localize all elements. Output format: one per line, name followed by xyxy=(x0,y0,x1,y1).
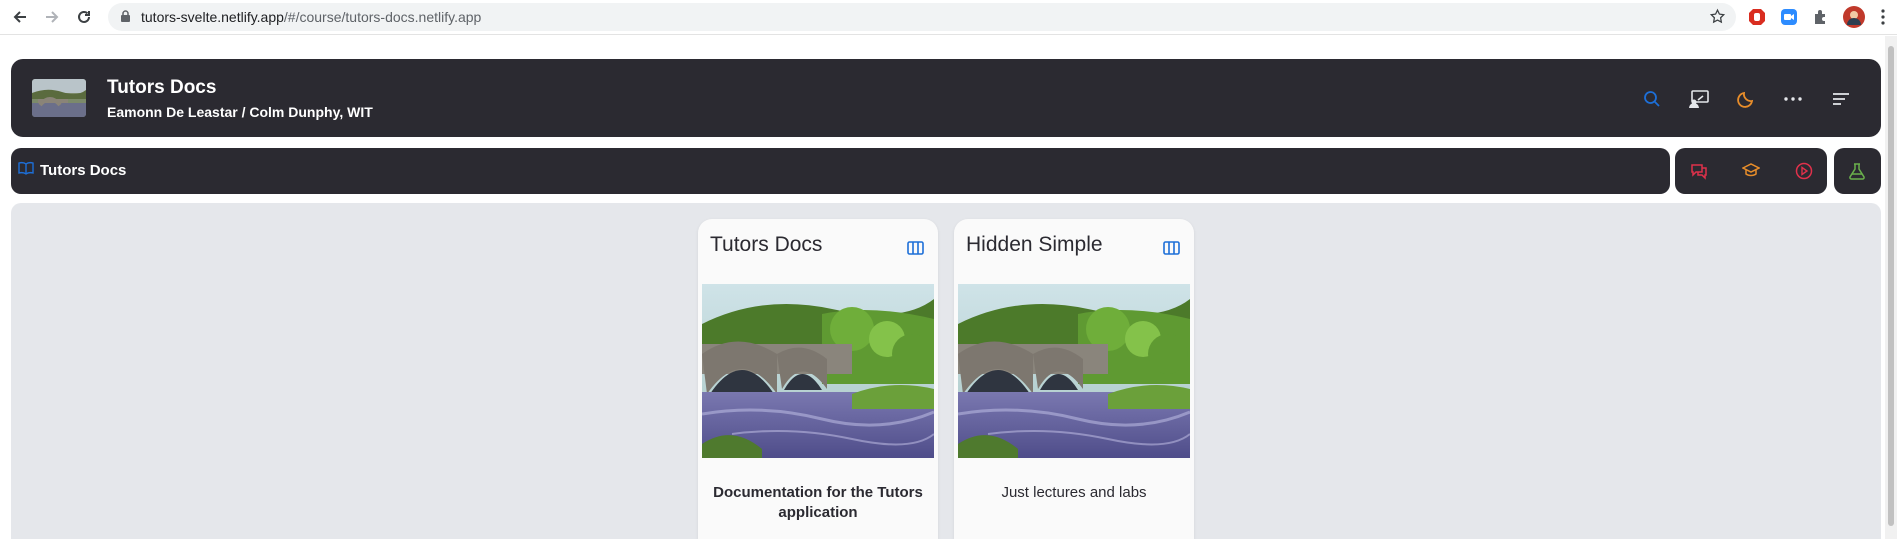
puzzle-extension-icon[interactable] xyxy=(1810,6,1832,28)
search-icon[interactable] xyxy=(1639,86,1665,112)
forward-icon[interactable] xyxy=(40,5,64,29)
page-scrollbar[interactable] xyxy=(1885,36,1897,539)
course-card[interactable]: Hidden Simple Just lectures and labs xyxy=(954,219,1194,539)
book-icon xyxy=(18,161,34,180)
address-bar[interactable]: tutors-svelte.netlify.app/#/course/tutor… xyxy=(108,3,1736,31)
card-title: Hidden Simple xyxy=(966,233,1103,256)
breadcrumb-item-course[interactable]: Tutors Docs xyxy=(18,161,126,180)
back-icon[interactable] xyxy=(8,5,32,29)
graduation-cap-icon[interactable] xyxy=(1740,160,1762,182)
lock-icon xyxy=(120,10,131,28)
course-content xyxy=(11,203,1881,539)
presentation-icon[interactable] xyxy=(1686,86,1712,112)
zoom-extension-icon[interactable] xyxy=(1778,6,1800,28)
dark-mode-moon-icon[interactable] xyxy=(1733,86,1759,112)
profile-avatar[interactable] xyxy=(1843,6,1865,28)
card-title: Tutors Docs xyxy=(710,233,823,256)
adblock-extension-icon[interactable] xyxy=(1746,6,1768,28)
menu-icon[interactable] xyxy=(1828,86,1854,112)
course-title: Tutors Docs xyxy=(107,77,217,98)
card-description: Just lectures and labs xyxy=(1001,484,1147,501)
card-description: Documentation for the Tutors application xyxy=(713,484,923,521)
resource-toolbar xyxy=(1675,148,1827,194)
columns-icon[interactable] xyxy=(904,237,926,259)
columns-icon[interactable] xyxy=(1160,237,1182,259)
browser-toolbar: tutors-svelte.netlify.app/#/course/tutor… xyxy=(0,0,1897,35)
card-image xyxy=(958,284,1190,458)
course-logo[interactable] xyxy=(32,79,86,117)
course-authors: Eamonn De Leastar / Colm Dunphy, WIT xyxy=(107,104,373,120)
app-header: Tutors Docs Eamonn De Leastar / Colm Dun… xyxy=(11,59,1881,137)
video-play-icon[interactable] xyxy=(1793,160,1815,182)
url-text: tutors-svelte.netlify.app/#/course/tutor… xyxy=(141,9,482,25)
labs-toolbar xyxy=(1834,148,1881,194)
more-icon[interactable] xyxy=(1780,86,1806,112)
reload-icon[interactable] xyxy=(72,5,96,29)
card-image xyxy=(702,284,934,458)
course-card[interactable]: Tutors Docs Documentation for the Tutors… xyxy=(698,219,938,539)
breadcrumb: Tutors Docs xyxy=(11,148,1670,194)
flask-icon[interactable] xyxy=(1846,160,1868,182)
breadcrumb-label: Tutors Docs xyxy=(40,162,127,179)
kebab-menu-icon[interactable] xyxy=(1872,6,1894,28)
chat-icon[interactable] xyxy=(1688,160,1710,182)
star-icon[interactable] xyxy=(1709,8,1726,30)
